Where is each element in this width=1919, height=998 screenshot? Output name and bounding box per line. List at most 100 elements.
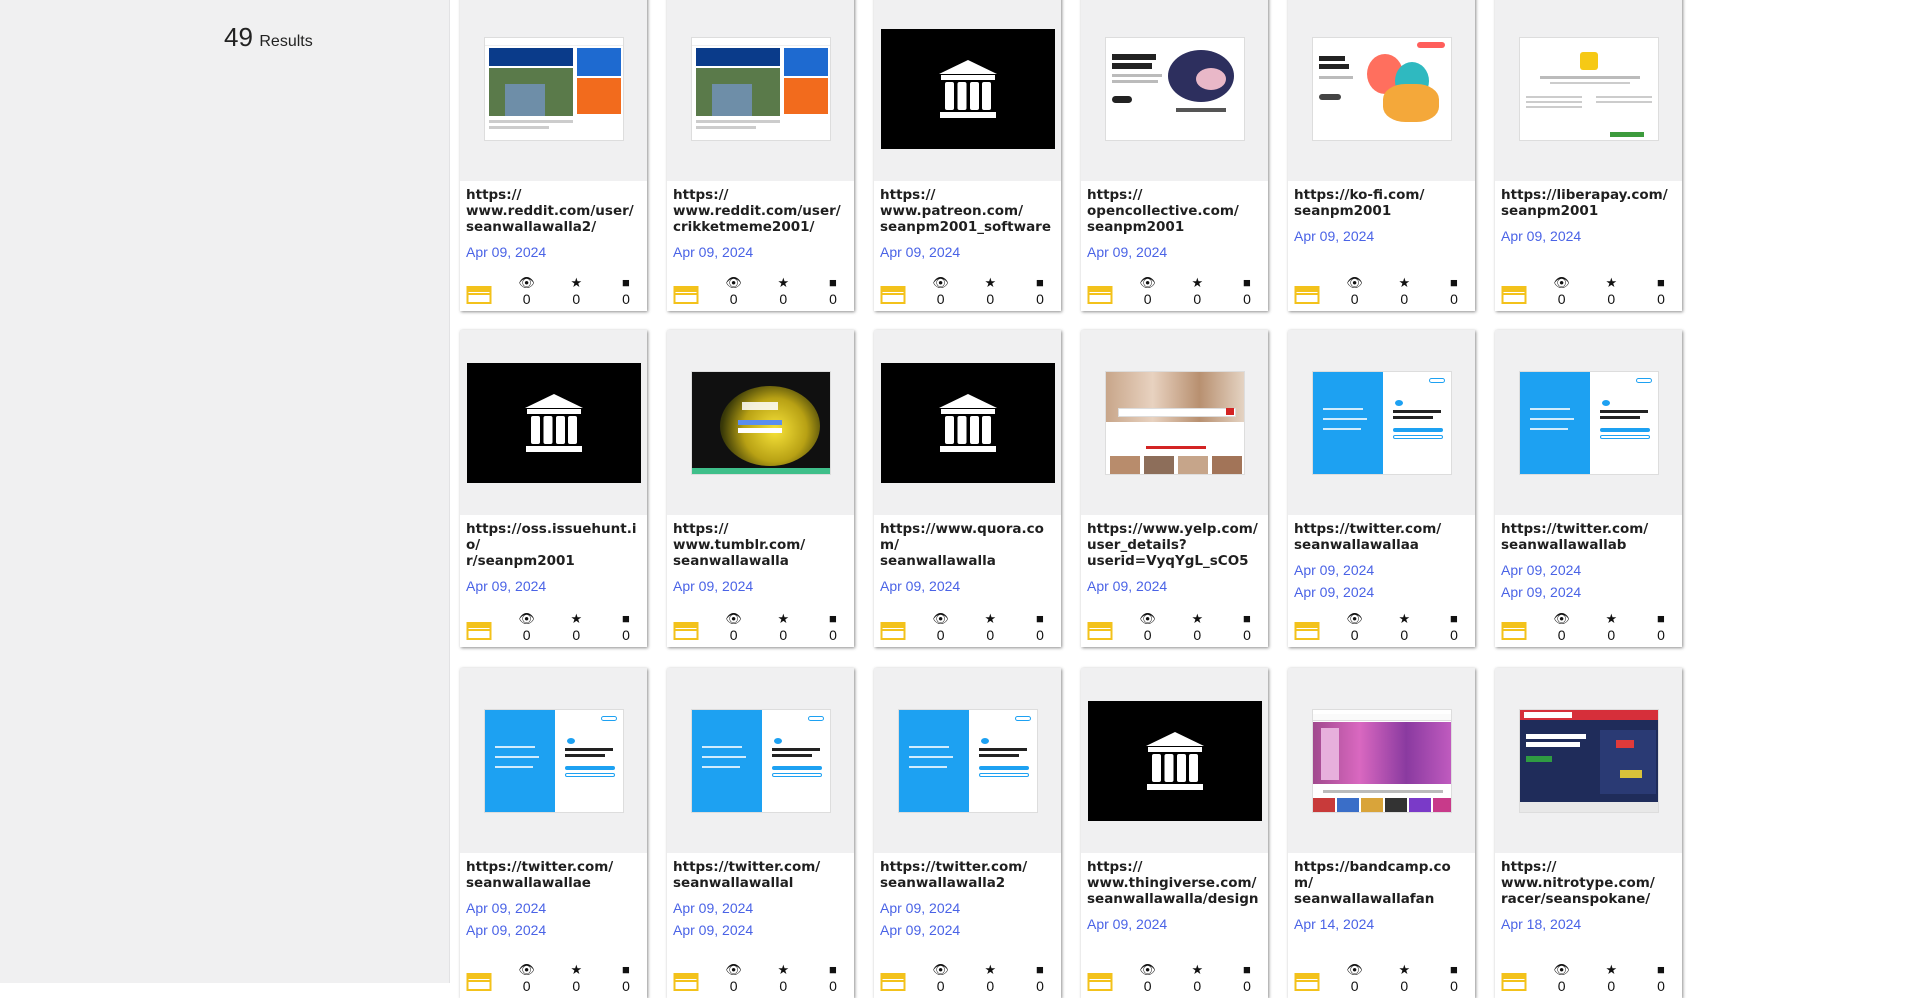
star-icon: ★ — [1191, 611, 1204, 626]
collection-folder-button[interactable] — [673, 972, 699, 992]
card-url[interactable]: https://oss.issuehunt.io/ r/seanpm2001 — [466, 521, 641, 569]
result-card[interactable]: https:// www.reddit.com/user/ crikketmem… — [667, 0, 854, 311]
card-thumbnail[interactable] — [667, 330, 854, 515]
card-date: Apr 09, 2024 — [880, 900, 961, 916]
collection-folder-button[interactable] — [1087, 285, 1113, 305]
result-card[interactable]: https:// www.nitrotype.com/ racer/seansp… — [1495, 668, 1682, 998]
liberapay-thumbnail — [1518, 36, 1659, 141]
result-card[interactable]: https:// www.tumblr.com/ seanwallawalla A… — [667, 330, 854, 647]
card-thumbnail[interactable] — [460, 330, 647, 515]
card-url[interactable]: https://bandcamp.com/ seanwallawallafan — [1294, 859, 1469, 907]
card-thumbnail[interactable] — [1288, 668, 1475, 853]
result-card[interactable]: https://liberapay.com/ seanpm2001 Apr 09,… — [1495, 0, 1682, 311]
card-url[interactable]: https://www.quora.com/ seanwallawalla — [880, 521, 1055, 569]
result-card[interactable]: https://www.quora.com/ seanwallawalla Apr… — [874, 330, 1061, 647]
collection-folder-button[interactable] — [673, 285, 699, 305]
collection-folder-button[interactable] — [1294, 621, 1320, 641]
card-thumbnail[interactable] — [1081, 0, 1268, 181]
comments-stat-count: 0 — [1450, 627, 1458, 643]
comment-icon: ■ — [829, 611, 837, 626]
card-thumbnail[interactable] — [1081, 668, 1268, 853]
card-url[interactable]: https:// www.thingiverse.com/ seanwallaw… — [1087, 859, 1262, 907]
collection-folder-button[interactable] — [1501, 972, 1527, 992]
folder-icon — [673, 973, 699, 991]
result-card[interactable]: https://twitter.com/ seanwallawallab Apr … — [1495, 330, 1682, 647]
card-body: https:// www.thingiverse.com/ seanwallaw… — [1081, 853, 1268, 933]
card-thumbnail[interactable] — [1288, 0, 1475, 181]
collection-folder-button[interactable] — [1294, 285, 1320, 305]
folder-icon — [673, 622, 699, 640]
card-url[interactable]: https://ko-fi.com/ seanpm2001 — [1294, 187, 1469, 219]
card-stats: 👁︎ 0 ★ 0 ■ 0 — [880, 275, 1055, 307]
result-card[interactable]: https://ko-fi.com/ seanpm2001 Apr 09, 202… — [1288, 0, 1475, 311]
card-url[interactable]: https://www.yelp.com/ user_details? user… — [1087, 521, 1262, 569]
card-thumbnail[interactable] — [1495, 330, 1682, 515]
result-card[interactable]: https://twitter.com/ seanwallawallae Apr … — [460, 668, 647, 998]
results-summary: 49 Results — [224, 22, 313, 53]
comments-stat-count: 0 — [1657, 978, 1665, 994]
archive-logo-icon — [938, 393, 997, 452]
result-card[interactable]: https://twitter.com/ seanwallawallal Apr … — [667, 668, 854, 998]
card-stats: 👁︎ 0 ★ 0 ■ 0 — [880, 611, 1055, 643]
result-card[interactable]: https:// www.thingiverse.com/ seanwallaw… — [1081, 668, 1268, 998]
card-url[interactable]: https:// www.reddit.com/user/ crikketmem… — [673, 187, 848, 235]
views-stat: 👁︎ 0 — [926, 962, 956, 994]
favorites-stat-count: 0 — [1400, 978, 1409, 994]
card-url[interactable]: https:// www.reddit.com/user/ seanwallaw… — [466, 187, 641, 235]
card-url[interactable]: https:// www.nitrotype.com/ racer/seansp… — [1501, 859, 1676, 907]
collection-folder-button[interactable] — [1294, 972, 1320, 992]
card-thumbnail[interactable] — [1495, 0, 1682, 181]
comment-icon: ■ — [1657, 962, 1665, 977]
card-url[interactable]: https://twitter.com/ seanwallawallab — [1501, 521, 1676, 553]
collection-folder-button[interactable] — [466, 621, 492, 641]
card-url[interactable]: https://twitter.com/ seanwallawallae — [466, 859, 641, 891]
card-thumbnail[interactable] — [1288, 330, 1475, 515]
card-thumbnail[interactable] — [874, 0, 1061, 181]
comments-stat-count: 0 — [622, 627, 630, 643]
kofi-thumbnail — [1311, 36, 1452, 141]
comments-stat-count: 0 — [829, 627, 837, 643]
card-url[interactable]: https:// www.tumblr.com/ seanwallawalla — [673, 521, 848, 569]
card-thumbnail[interactable] — [1081, 330, 1268, 515]
card-url[interactable]: https://twitter.com/ seanwallawalla2 — [880, 859, 1055, 891]
folder-icon — [1501, 286, 1527, 304]
card-thumbnail[interactable] — [460, 0, 647, 181]
result-card[interactable]: https://bandcamp.com/ seanwallawallafan A… — [1288, 668, 1475, 998]
card-stats: 👁︎ 0 ★ 0 ■ 0 — [673, 962, 848, 994]
card-thumbnail[interactable] — [874, 668, 1061, 853]
card-thumbnail[interactable] — [874, 330, 1061, 515]
result-card[interactable]: https://www.yelp.com/ user_details? user… — [1081, 330, 1268, 647]
collection-folder-button[interactable] — [1087, 621, 1113, 641]
collection-folder-button[interactable] — [880, 621, 906, 641]
collection-folder-button[interactable] — [1087, 972, 1113, 992]
card-stats: 👁︎ 0 ★ 0 ■ 0 — [1294, 275, 1469, 307]
card-url[interactable]: https://twitter.com/ seanwallawallaa — [1294, 521, 1469, 553]
star-icon: ★ — [777, 275, 790, 290]
eye-icon: 👁︎ — [932, 611, 949, 626]
card-thumbnail[interactable] — [460, 668, 647, 853]
card-body: https:// www.reddit.com/user/ crikketmem… — [667, 181, 854, 261]
collection-folder-button[interactable] — [880, 972, 906, 992]
collection-folder-button[interactable] — [880, 285, 906, 305]
collection-folder-button[interactable] — [1501, 621, 1527, 641]
card-url[interactable]: https:// www.patreon.com/ seanpm2001_sof… — [880, 187, 1055, 235]
card-thumbnail[interactable] — [1495, 668, 1682, 853]
comments-stat: ■ 0 — [1646, 611, 1676, 643]
result-card[interactable]: https://twitter.com/ seanwallawallaa Apr … — [1288, 330, 1475, 647]
card-thumbnail[interactable] — [667, 0, 854, 181]
collection-folder-button[interactable] — [466, 285, 492, 305]
comments-stat-count: 0 — [622, 291, 630, 307]
card-url[interactable]: https:// opencollective.com/ seanpm2001 — [1087, 187, 1262, 235]
card-url[interactable]: https://liberapay.com/ seanpm2001 — [1501, 187, 1676, 219]
favorites-stat-count: 0 — [572, 978, 581, 994]
result-card[interactable]: https:// www.patreon.com/ seanpm2001_sof… — [874, 0, 1061, 311]
collection-folder-button[interactable] — [466, 972, 492, 992]
result-card[interactable]: https:// www.reddit.com/user/ seanwallaw… — [460, 0, 647, 311]
collection-folder-button[interactable] — [1501, 285, 1527, 305]
result-card[interactable]: https:// opencollective.com/ seanpm2001 A… — [1081, 0, 1268, 311]
result-card[interactable]: https://oss.issuehunt.io/ r/seanpm2001 Ap… — [460, 330, 647, 647]
collection-folder-button[interactable] — [673, 621, 699, 641]
result-card[interactable]: https://twitter.com/ seanwallawalla2 Apr … — [874, 668, 1061, 998]
card-thumbnail[interactable] — [667, 668, 854, 853]
card-url[interactable]: https://twitter.com/ seanwallawallal — [673, 859, 848, 891]
